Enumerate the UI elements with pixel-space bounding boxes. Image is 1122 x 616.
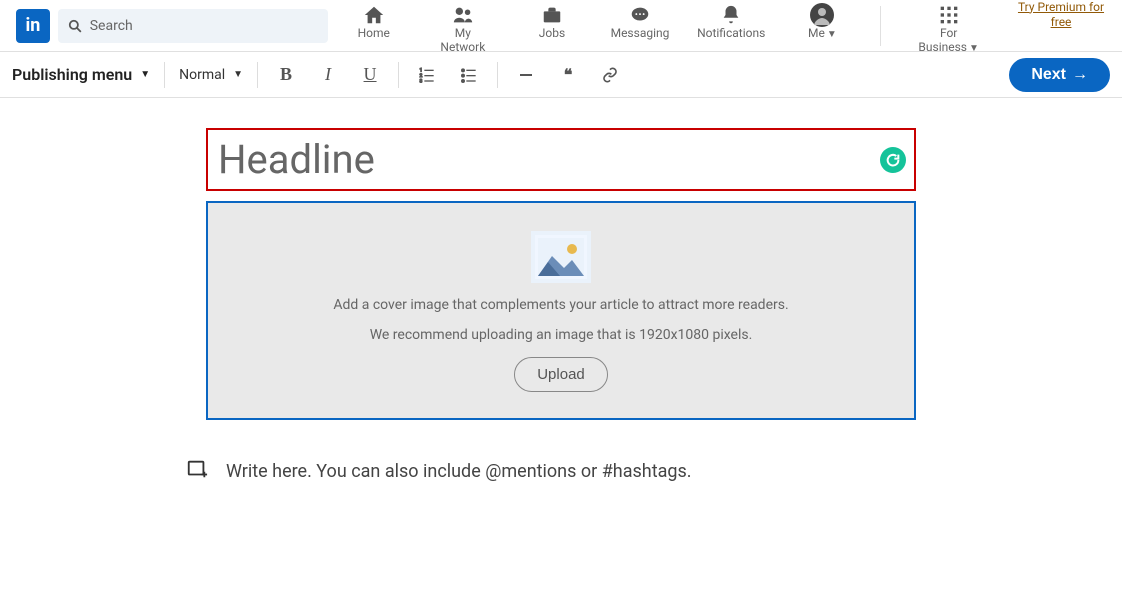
next-button[interactable]: Next → <box>1009 58 1110 92</box>
linkedin-logo[interactable]: in <box>16 9 50 43</box>
upload-button[interactable]: Upload <box>514 357 608 392</box>
nav-notifications-label: Notifications <box>697 26 765 40</box>
nav-jobs-label: Jobs <box>539 26 565 40</box>
nav-separator <box>880 6 881 46</box>
search-placeholder-text: Search <box>90 18 133 34</box>
link-button[interactable] <box>596 61 624 89</box>
divider <box>398 62 399 88</box>
nav-business[interactable]: For Business▼ <box>909 0 988 54</box>
editor-toolbar: Publishing menu ▼ Normal ▼ B I U 123 ❝ N… <box>0 52 1122 98</box>
nav-me-label: Me▼ <box>808 26 837 40</box>
svg-text:3: 3 <box>420 78 423 83</box>
chevron-down-icon: ▼ <box>140 69 150 80</box>
jobs-icon <box>541 4 563 26</box>
premium-link[interactable]: Try Premium for free <box>1016 0 1106 31</box>
chevron-down-icon: ▼ <box>233 69 243 80</box>
nav-notifications[interactable]: Notifications <box>698 0 764 40</box>
headline-input[interactable]: Headline <box>206 128 916 191</box>
body-input[interactable]: Write here. You can also include @mentio… <box>186 458 936 485</box>
arrow-right-icon: → <box>1072 66 1088 84</box>
image-placeholder-icon <box>531 231 591 283</box>
italic-button[interactable]: I <box>314 61 342 89</box>
nav-network-label: My Network <box>432 26 494 54</box>
add-media-icon[interactable] <box>186 458 208 485</box>
unordered-list-button[interactable] <box>455 61 483 89</box>
search-icon <box>68 15 82 37</box>
svg-text:2: 2 <box>420 73 423 79</box>
nav-me[interactable]: Me▼ <box>792 0 852 40</box>
nav-items: Home My Network Jobs Messaging Notificat… <box>344 0 1106 52</box>
next-button-label: Next <box>1031 66 1066 84</box>
publishing-menu[interactable]: Publishing menu ▼ <box>12 65 150 84</box>
ordered-list-button[interactable]: 123 <box>413 61 441 89</box>
editor-area: Headline Add a cover image that compleme… <box>0 98 1122 485</box>
home-icon <box>363 4 385 26</box>
paragraph-style-label: Normal <box>179 67 225 83</box>
quote-button[interactable]: ❝ <box>554 61 582 89</box>
paragraph-style-select[interactable]: Normal ▼ <box>179 67 243 83</box>
headline-placeholder: Headline <box>218 136 904 183</box>
grammarly-icon[interactable] <box>880 147 906 173</box>
nav-home-label: Home <box>358 26 390 40</box>
cover-instruction-1: Add a cover image that complements your … <box>333 297 788 313</box>
body-placeholder: Write here. You can also include @mentio… <box>226 461 692 482</box>
apps-icon <box>939 4 959 26</box>
svg-text:1: 1 <box>420 67 423 73</box>
divider <box>257 62 258 88</box>
divider <box>497 62 498 88</box>
divider <box>164 62 165 88</box>
messaging-icon <box>629 4 651 26</box>
avatar-icon <box>810 4 834 26</box>
bell-icon <box>720 4 742 26</box>
bold-button[interactable]: B <box>272 61 300 89</box>
divider-button[interactable] <box>512 61 540 89</box>
network-icon <box>452 4 474 26</box>
cover-instruction-2: We recommend uploading an image that is … <box>370 327 753 343</box>
nav-jobs[interactable]: Jobs <box>522 0 582 40</box>
nav-network[interactable]: My Network <box>432 0 494 54</box>
top-nav: in Search Home My Network Jobs <box>0 0 1122 52</box>
nav-business-label: For Business▼ <box>909 26 988 54</box>
nav-messaging[interactable]: Messaging <box>610 0 670 40</box>
nav-messaging-label: Messaging <box>611 26 670 40</box>
search-input[interactable]: Search <box>58 9 328 43</box>
cover-image-upload[interactable]: Add a cover image that complements your … <box>206 201 916 420</box>
nav-home[interactable]: Home <box>344 0 404 40</box>
publishing-menu-label: Publishing menu <box>12 65 132 84</box>
underline-button[interactable]: U <box>356 61 384 89</box>
